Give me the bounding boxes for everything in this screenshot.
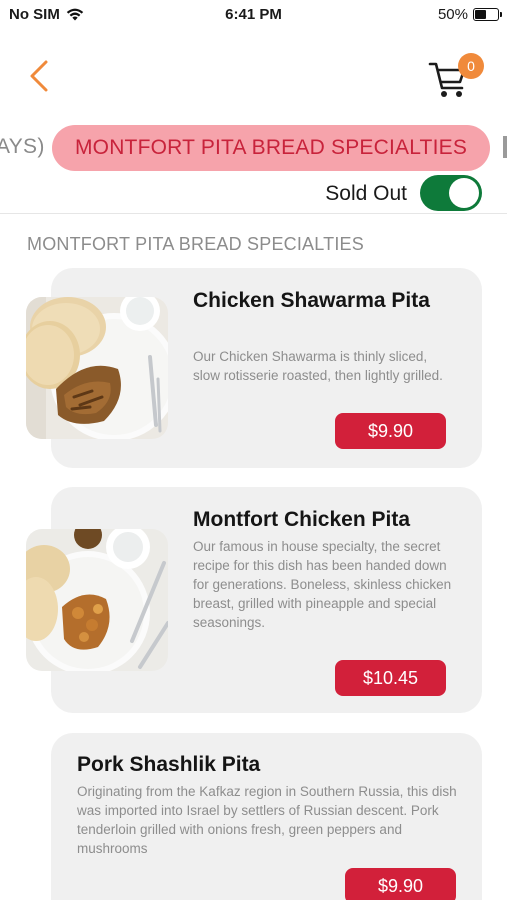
- category-tabs: AYS) MONTFORT PITA BREAD SPECIALTIES: [0, 124, 507, 172]
- section-title: MONTFORT PITA BREAD SPECIALTIES: [27, 234, 364, 254]
- price-button[interactable]: $10.45: [335, 660, 446, 696]
- toggle-knob: [449, 178, 479, 208]
- status-right: 50%: [437, 6, 502, 23]
- battery-icon: [473, 8, 502, 21]
- dish-image: [26, 529, 168, 671]
- sold-out-label: Sold Out: [325, 182, 407, 205]
- dish-description: Originating from the Kafkaz region in So…: [77, 784, 457, 856]
- dish-name: Chicken Shawarma Pita: [193, 289, 430, 312]
- dish-description: Our famous in house specialty, the secre…: [193, 539, 452, 630]
- battery-percent: 50%: [437, 6, 468, 23]
- dish-name: Pork Shashlik Pita: [77, 753, 261, 776]
- divider: [0, 213, 507, 214]
- sold-out-toggle[interactable]: [420, 175, 482, 211]
- back-button[interactable]: [22, 56, 56, 96]
- tab-previous[interactable]: AYS): [0, 135, 45, 159]
- status-time: 6:41 PM: [225, 6, 282, 23]
- tab-active[interactable]: MONTFORT PITA BREAD SPECIALTIES: [52, 125, 490, 171]
- chevron-left-icon: [30, 60, 48, 92]
- tab-next[interactable]: [503, 136, 507, 158]
- status-bar: No SIM 6:41 PM 50%: [0, 0, 507, 28]
- price-button[interactable]: $9.90: [335, 413, 446, 449]
- price-button[interactable]: $9.90: [345, 868, 456, 900]
- dish-description: Our Chicken Shawarma is thinly sliced, s…: [193, 349, 443, 383]
- cart-count-badge: 0: [458, 53, 484, 79]
- dish-image: [26, 297, 168, 439]
- dish-name: Montfort Chicken Pita: [193, 508, 411, 531]
- cart-button[interactable]: 0: [428, 52, 490, 102]
